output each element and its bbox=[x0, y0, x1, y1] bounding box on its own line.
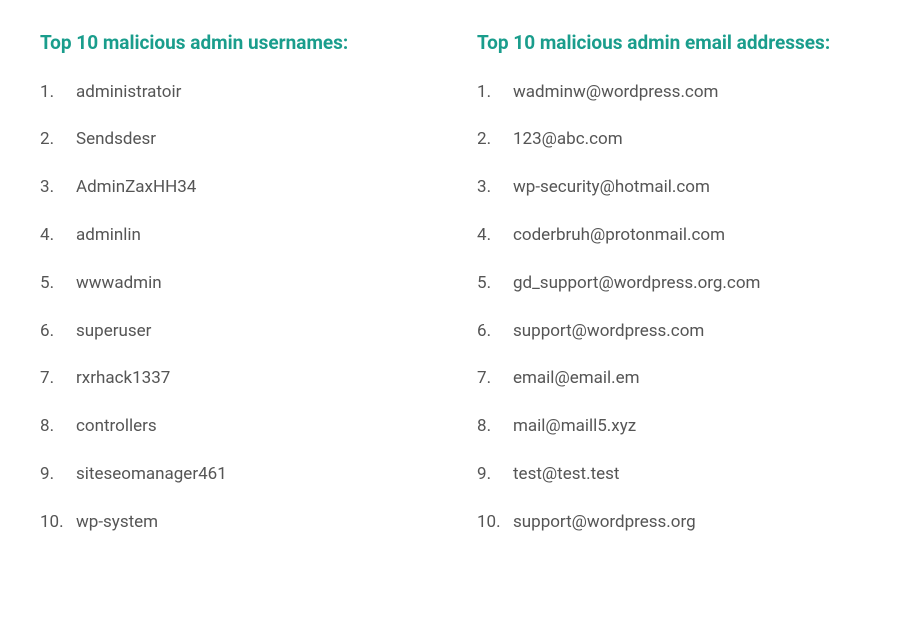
emails-list: wadminw@wordpress.com 123@abc.com wp-sec… bbox=[477, 81, 874, 535]
two-column-list-container: Top 10 malicious admin usernames: admini… bbox=[40, 30, 874, 559]
list-item-text: siteseomanager461 bbox=[70, 463, 227, 487]
list-item: siteseomanager461 bbox=[40, 463, 437, 487]
list-item-text: rxrhack1337 bbox=[70, 367, 170, 391]
list-item-text: Sendsdesr bbox=[70, 128, 156, 152]
list-item: test@test.test bbox=[477, 463, 874, 487]
list-item: mail@maill5.xyz bbox=[477, 415, 874, 439]
list-item-text: AdminZaxHH34 bbox=[70, 176, 196, 200]
list-item-text: wwwadmin bbox=[70, 272, 162, 296]
list-item-text: administratoir bbox=[70, 81, 181, 105]
list-item: gd_support@wordpress.org.com bbox=[477, 272, 874, 296]
list-item-text: wp-security@hotmail.com bbox=[507, 176, 710, 200]
list-item-text: wp-system bbox=[70, 511, 158, 535]
list-item: wadminw@wordpress.com bbox=[477, 81, 874, 105]
list-item: superuser bbox=[40, 320, 437, 344]
emails-column: Top 10 malicious admin email addresses: … bbox=[477, 30, 874, 559]
list-item: administratoir bbox=[40, 81, 437, 105]
list-item: wwwadmin bbox=[40, 272, 437, 296]
list-item-text: gd_support@wordpress.org.com bbox=[507, 272, 760, 296]
list-item-text: test@test.test bbox=[507, 463, 619, 487]
list-item: coderbruh@protonmail.com bbox=[477, 224, 874, 248]
list-item-text: wadminw@wordpress.com bbox=[507, 81, 718, 105]
list-item-text: controllers bbox=[70, 415, 157, 439]
list-item: 123@abc.com bbox=[477, 128, 874, 152]
list-item-text: support@wordpress.org bbox=[507, 511, 696, 535]
list-item: wp-security@hotmail.com bbox=[477, 176, 874, 200]
list-item: rxrhack1337 bbox=[40, 367, 437, 391]
list-item: adminlin bbox=[40, 224, 437, 248]
list-item-text: coderbruh@protonmail.com bbox=[507, 224, 725, 248]
list-item-text: 123@abc.com bbox=[507, 128, 623, 152]
emails-heading: Top 10 malicious admin email addresses: bbox=[477, 30, 874, 57]
list-item: email@email.em bbox=[477, 367, 874, 391]
list-item: controllers bbox=[40, 415, 437, 439]
list-item: support@wordpress.org bbox=[477, 511, 874, 535]
list-item-text: support@wordpress.com bbox=[507, 320, 704, 344]
list-item-text: adminlin bbox=[70, 224, 141, 248]
list-item-text: mail@maill5.xyz bbox=[507, 415, 636, 439]
list-item: support@wordpress.com bbox=[477, 320, 874, 344]
usernames-column: Top 10 malicious admin usernames: admini… bbox=[40, 30, 437, 559]
list-item: AdminZaxHH34 bbox=[40, 176, 437, 200]
list-item: wp-system bbox=[40, 511, 437, 535]
usernames-list: administratoir Sendsdesr AdminZaxHH34 ad… bbox=[40, 81, 437, 535]
list-item-text: email@email.em bbox=[507, 367, 640, 391]
list-item-text: superuser bbox=[70, 320, 151, 344]
list-item: Sendsdesr bbox=[40, 128, 437, 152]
usernames-heading: Top 10 malicious admin usernames: bbox=[40, 30, 437, 57]
